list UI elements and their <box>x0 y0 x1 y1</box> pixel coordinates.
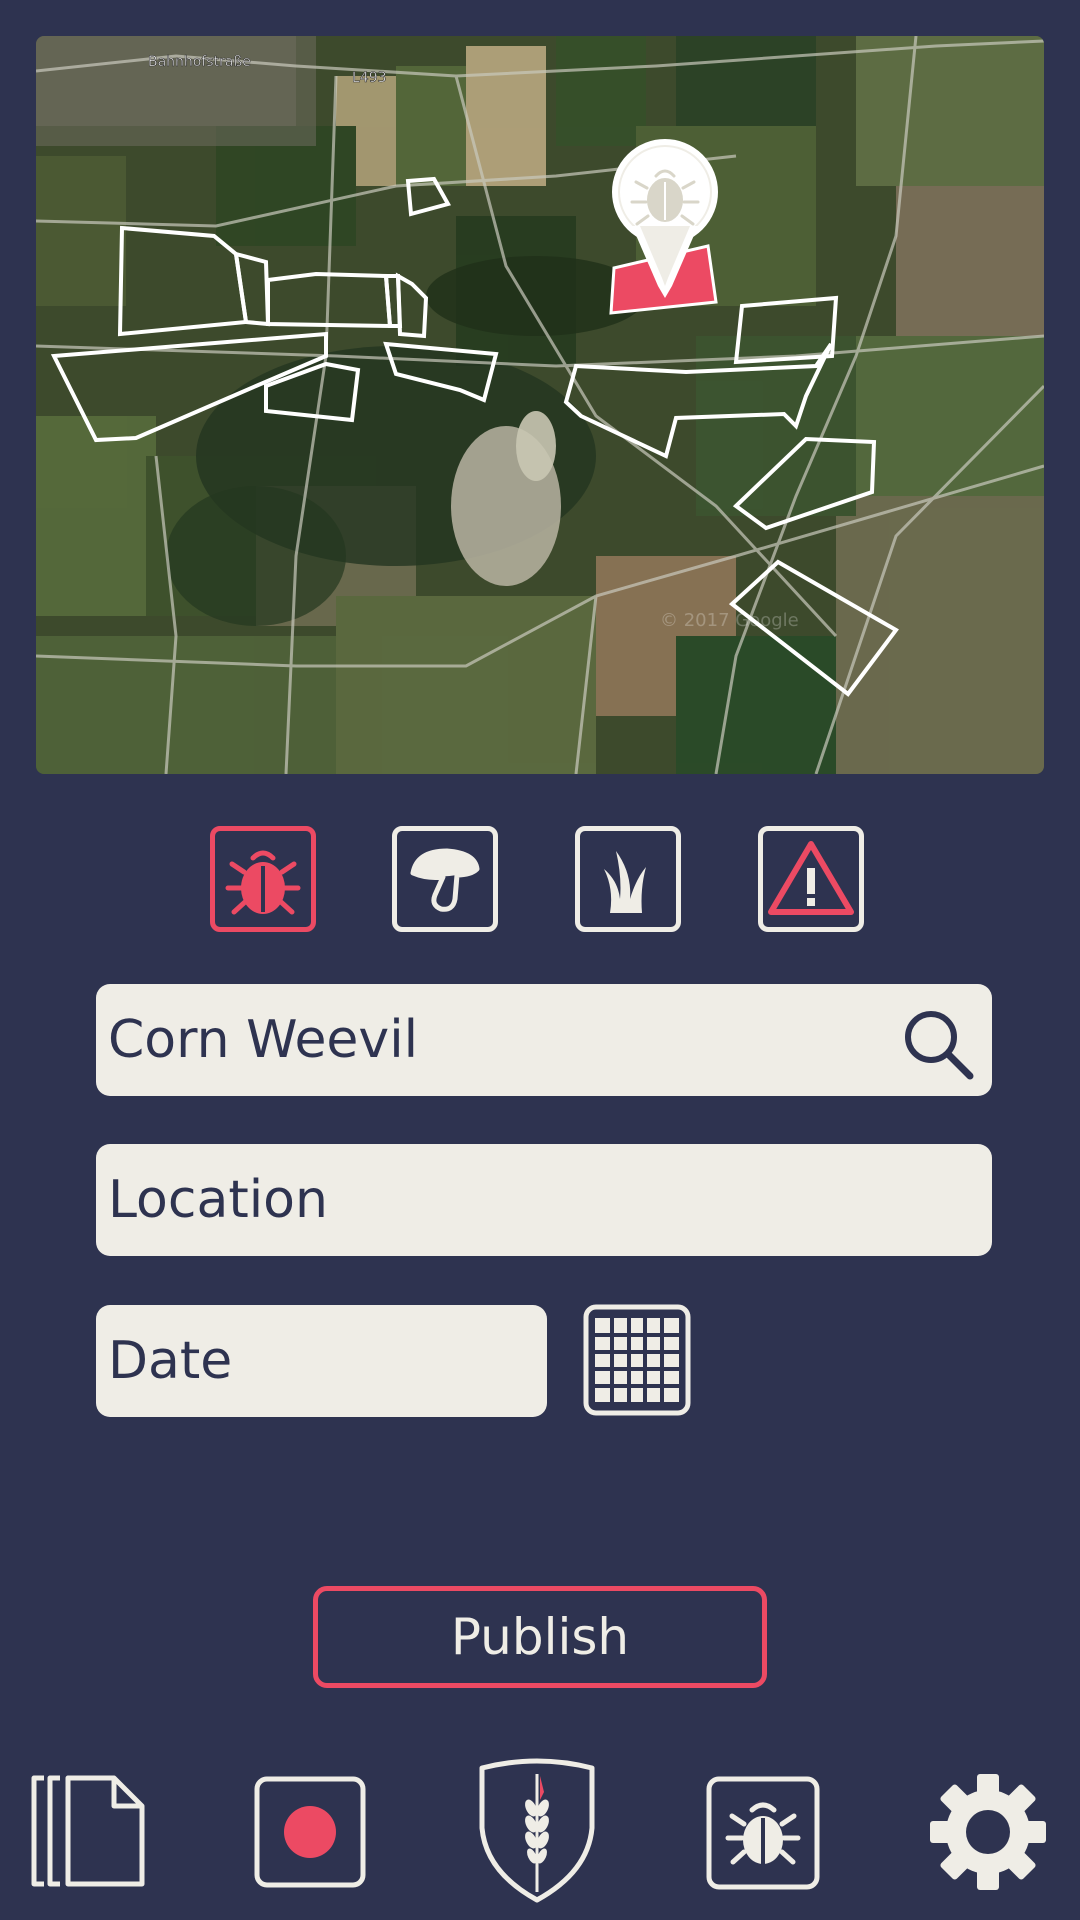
bug-icon <box>225 850 301 915</box>
nav-documents[interactable] <box>30 1774 148 1888</box>
map-watermark: © 2017 Google <box>660 610 799 631</box>
search-icon[interactable] <box>900 1006 976 1082</box>
category-warning-button[interactable] <box>758 826 864 932</box>
street-label: Bahnhofstraße <box>148 54 251 70</box>
location-field[interactable] <box>96 1144 992 1256</box>
date-input[interactable] <box>108 1305 547 1417</box>
nav-home-logo[interactable] <box>474 1758 600 1904</box>
date-field[interactable] <box>96 1305 547 1417</box>
warning-icon <box>768 841 854 915</box>
publish-button[interactable]: Publish <box>313 1586 767 1688</box>
species-search-field[interactable] <box>96 984 992 1096</box>
grass-icon <box>604 851 646 913</box>
mushroom-icon <box>410 848 480 912</box>
category-fungus-button[interactable] <box>392 826 498 932</box>
nav-settings[interactable] <box>930 1772 1046 1892</box>
bottom-navigation <box>0 1750 1080 1920</box>
calendar-button[interactable] <box>583 1304 691 1416</box>
satellite-map[interactable]: Bahnhofstraße L493 © 2017 Google <box>36 36 1044 774</box>
record-icon <box>254 1776 366 1888</box>
category-weed-button[interactable] <box>575 826 681 932</box>
gear-icon <box>930 1774 1046 1890</box>
calendar-icon <box>583 1304 691 1416</box>
category-pest-button[interactable] <box>210 826 316 932</box>
category-selector <box>0 826 1080 938</box>
logo-shield <box>479 1758 595 1903</box>
publish-label: Publish <box>450 1608 630 1666</box>
location-input[interactable] <box>108 1144 992 1256</box>
nav-pests[interactable] <box>706 1776 820 1890</box>
species-search-input[interactable] <box>108 984 992 1096</box>
bug-icon <box>706 1776 820 1890</box>
documents-icon <box>31 1775 145 1887</box>
nav-record[interactable] <box>254 1776 366 1888</box>
road-label: L493 <box>352 70 387 86</box>
